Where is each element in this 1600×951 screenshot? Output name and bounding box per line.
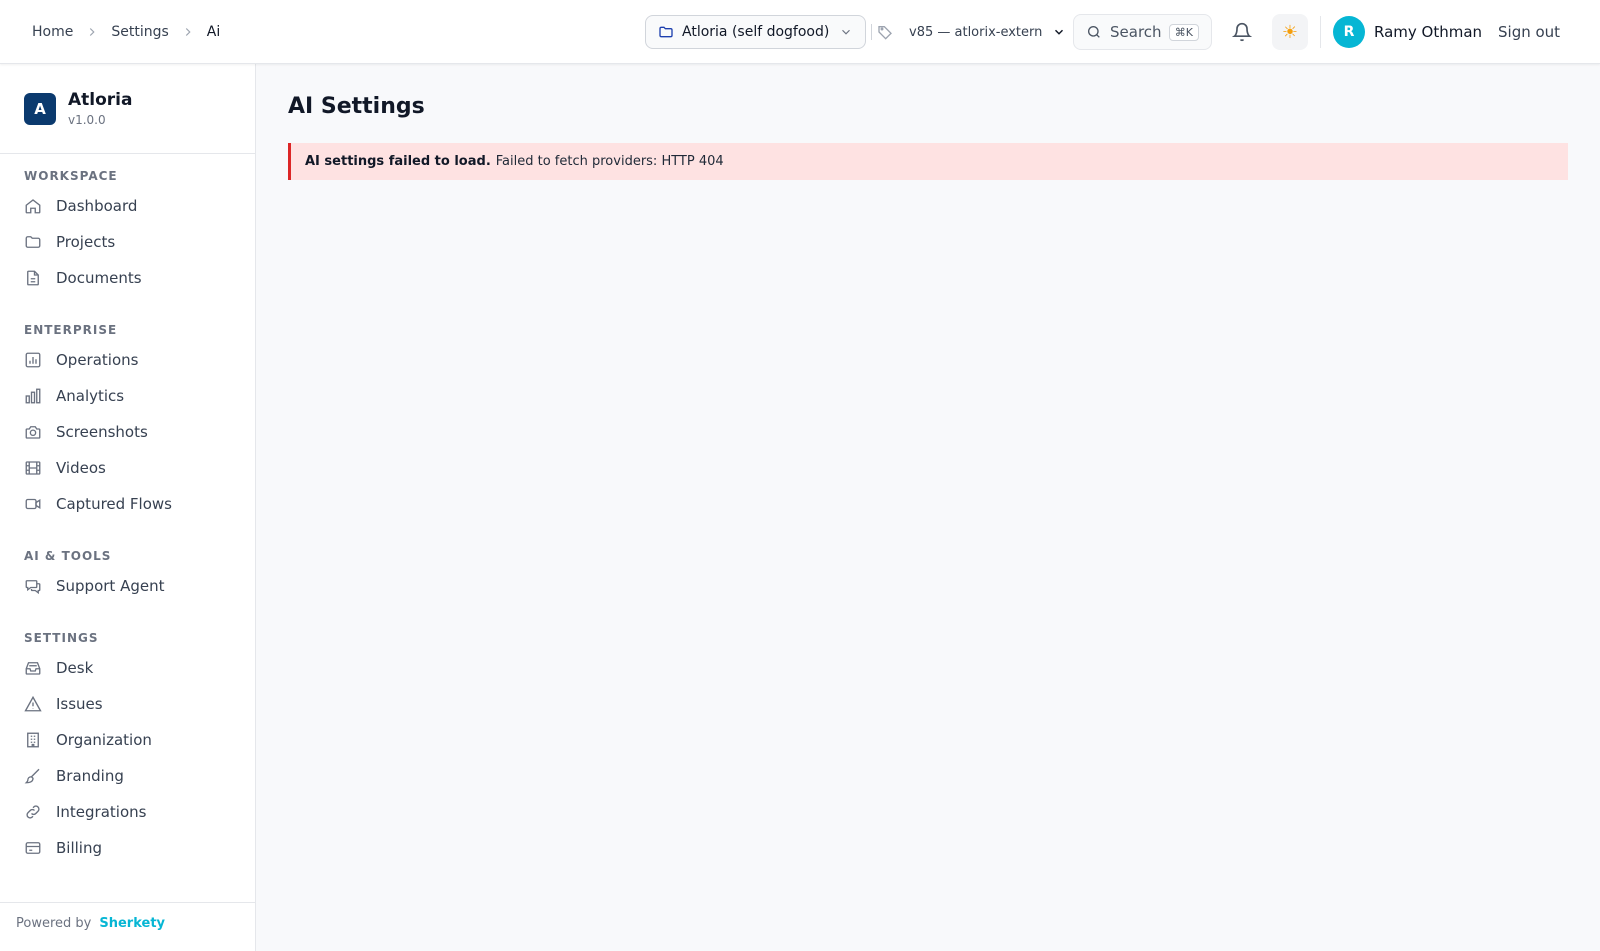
sidebar-item-desk[interactable]: Desk: [24, 650, 240, 686]
version-selector-label: v85 — atlorix-extern: [909, 24, 1043, 40]
sidebar-item-label: Organization: [56, 731, 152, 749]
sidebar-footer: Powered by Sherkety: [16, 916, 165, 931]
brand-version: v1.0.0: [68, 113, 106, 127]
project-selector-label: Atloria (self dogfood): [682, 24, 830, 40]
sidebar-item-support-agent[interactable]: Support Agent: [24, 568, 240, 604]
bell-icon[interactable]: [1232, 22, 1252, 42]
bar-chart-icon: [25, 388, 41, 404]
sidebar-item-label: Documents: [56, 269, 142, 287]
credit-card-icon: [25, 842, 41, 854]
search-shortcut: ⌘K: [1168, 23, 1199, 41]
chevron-right-icon: [85, 25, 99, 39]
project-selector[interactable]: Atloria (self dogfood): [645, 15, 866, 49]
sidebar-item-operations[interactable]: Operations: [24, 342, 240, 378]
sidebar-item-documents[interactable]: Documents: [24, 260, 240, 296]
sidebar-item-label: Dashboard: [56, 197, 138, 215]
sidebar-nav: WORKSPACE Dashboard Projects Documents E…: [24, 164, 240, 866]
alert-title: AI settings failed to load.: [305, 154, 491, 169]
sidebar-item-label: Screenshots: [56, 423, 148, 441]
search-button[interactable]: Search ⌘K: [1073, 14, 1212, 50]
alert-message: Failed to fetch providers: HTTP 404: [495, 154, 724, 169]
section-label-enterprise: ENTERPRISE: [24, 323, 118, 337]
divider: [871, 24, 872, 40]
chat-icon: [25, 580, 41, 595]
avatar[interactable]: R: [1333, 16, 1365, 48]
sidebar-item-projects[interactable]: Projects: [24, 224, 240, 260]
breadcrumb-current: Ai: [206, 24, 221, 40]
chevron-down-icon: [842, 29, 850, 35]
error-alert: AI settings failed to load. Failed to fe…: [288, 143, 1568, 180]
link-icon: [26, 805, 40, 819]
section-label-ai-tools: AI & TOOLS: [24, 549, 112, 563]
sidebar-item-label: Billing: [56, 839, 102, 857]
breadcrumb: Home Settings Ai: [32, 0, 220, 64]
user-name[interactable]: Ramy Othman: [1374, 0, 1482, 64]
inbox-icon: [25, 662, 41, 675]
brand-name: Atloria: [68, 90, 133, 110]
sidebar-item-analytics[interactable]: Analytics: [24, 378, 240, 414]
sidebar-item-issues[interactable]: Issues: [24, 686, 240, 722]
sidebar-item-billing[interactable]: Billing: [24, 830, 240, 866]
divider: [1320, 16, 1321, 48]
sidebar-item-videos[interactable]: Videos: [24, 450, 240, 486]
page-title: AI Settings: [288, 94, 425, 119]
folder-icon: [659, 26, 673, 38]
theme-toggle-button[interactable]: ☀: [1272, 14, 1308, 50]
chevron-right-icon: [181, 25, 195, 39]
building-icon: [27, 732, 39, 748]
film-icon: [25, 461, 41, 475]
document-icon: [27, 270, 39, 286]
breadcrumb-home[interactable]: Home: [32, 24, 73, 40]
sidebar-item-label: Desk: [56, 659, 94, 677]
powered-by-label: Powered by: [16, 916, 92, 931]
sidebar-item-label: Analytics: [56, 387, 125, 405]
sidebar-item-label: Support Agent: [56, 577, 165, 595]
version-selector[interactable]: v85 — atlorix-extern: [909, 0, 1066, 64]
chart-icon: [25, 352, 41, 368]
section-label-settings: SETTINGS: [24, 631, 99, 645]
sidebar-item-branding[interactable]: Branding: [24, 758, 240, 794]
divider: [0, 153, 255, 154]
video-camera-icon: [25, 498, 41, 510]
camera-icon: [25, 426, 41, 439]
sidebar-item-label: Integrations: [56, 803, 147, 821]
sidebar-item-label: Branding: [56, 767, 124, 785]
sidebar-item-label: Issues: [56, 695, 103, 713]
sun-icon: ☀: [1281, 21, 1299, 43]
powered-by-link[interactable]: Sherkety: [99, 916, 165, 931]
top-bar: Home Settings Ai Atloria (self dogfood) …: [0, 0, 1600, 64]
search-label: Search: [1110, 23, 1162, 41]
sidebar-item-screenshots[interactable]: Screenshots: [24, 414, 240, 450]
warning-icon: [24, 695, 42, 712]
home-icon: [25, 199, 41, 214]
search-icon: [1088, 26, 1100, 38]
brand-logo: A: [24, 93, 56, 125]
sidebar-item-label: Videos: [56, 459, 106, 477]
chevron-down-icon: [1055, 29, 1064, 35]
sidebar-item-organization[interactable]: Organization: [24, 722, 240, 758]
folder-icon: [25, 236, 41, 248]
sidebar-item-label: Projects: [56, 233, 116, 251]
brush-icon: [24, 768, 40, 784]
brand[interactable]: A Atloria v1.0.0: [24, 90, 132, 128]
tag-icon: [878, 26, 892, 40]
sidebar-item-captured-flows[interactable]: Captured Flows: [24, 486, 240, 522]
main-content: AI Settings AI settings failed to load. …: [256, 64, 1600, 951]
sidebar: A Atloria v1.0.0 WORKSPACE Dashboard Pro…: [0, 64, 256, 951]
section-label-workspace: WORKSPACE: [24, 169, 118, 183]
breadcrumb-settings[interactable]: Settings: [111, 24, 168, 40]
sidebar-item-label: Operations: [56, 351, 139, 369]
sidebar-item-dashboard[interactable]: Dashboard: [24, 188, 240, 224]
sidebar-item-integrations[interactable]: Integrations: [24, 794, 240, 830]
divider: [0, 902, 255, 903]
sign-out-button[interactable]: Sign out: [1498, 0, 1560, 64]
sidebar-item-label: Captured Flows: [56, 495, 172, 513]
